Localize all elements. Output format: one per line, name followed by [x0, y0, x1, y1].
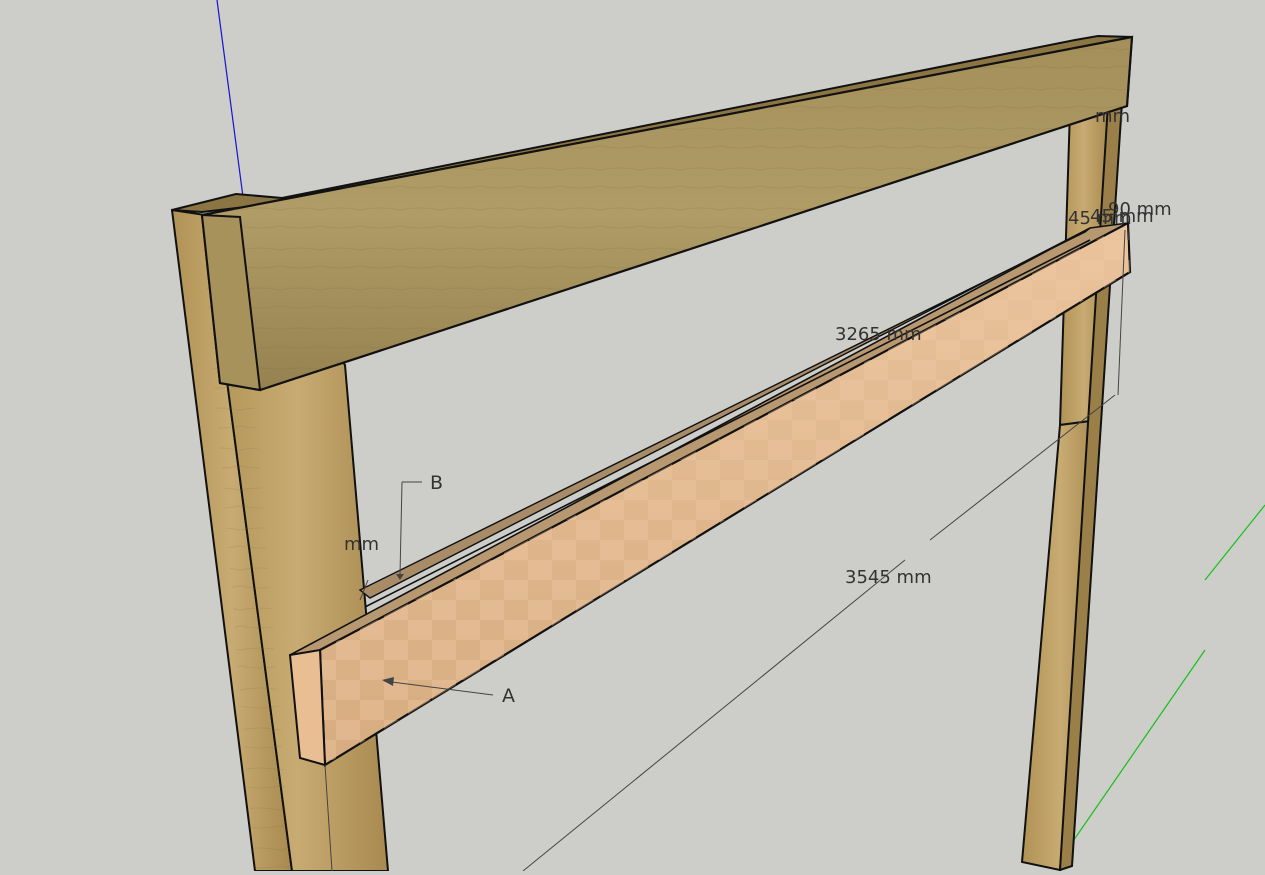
green-axis-line-upper — [1204, 504, 1265, 581]
callout-label-b[interactable]: B — [430, 472, 443, 494]
model-canvas[interactable]: mm 90 mm 45 mm 45 mm 3265 mm 3545 mm mm … — [0, 0, 1265, 872]
dim-top-right: mm — [1095, 106, 1130, 127]
dim-diagonal-length: 3545 mm — [845, 567, 932, 588]
callout-label-a[interactable]: A — [502, 685, 515, 707]
dim-left: mm — [344, 534, 379, 555]
dim-stack-45-b: 45 mm — [1090, 206, 1154, 227]
sketchup-viewport[interactable]: mm 90 mm 45 mm 45 mm 3265 mm 3545 mm mm … — [0, 0, 1265, 872]
dim-rail-length: 3265 mm — [835, 324, 922, 345]
